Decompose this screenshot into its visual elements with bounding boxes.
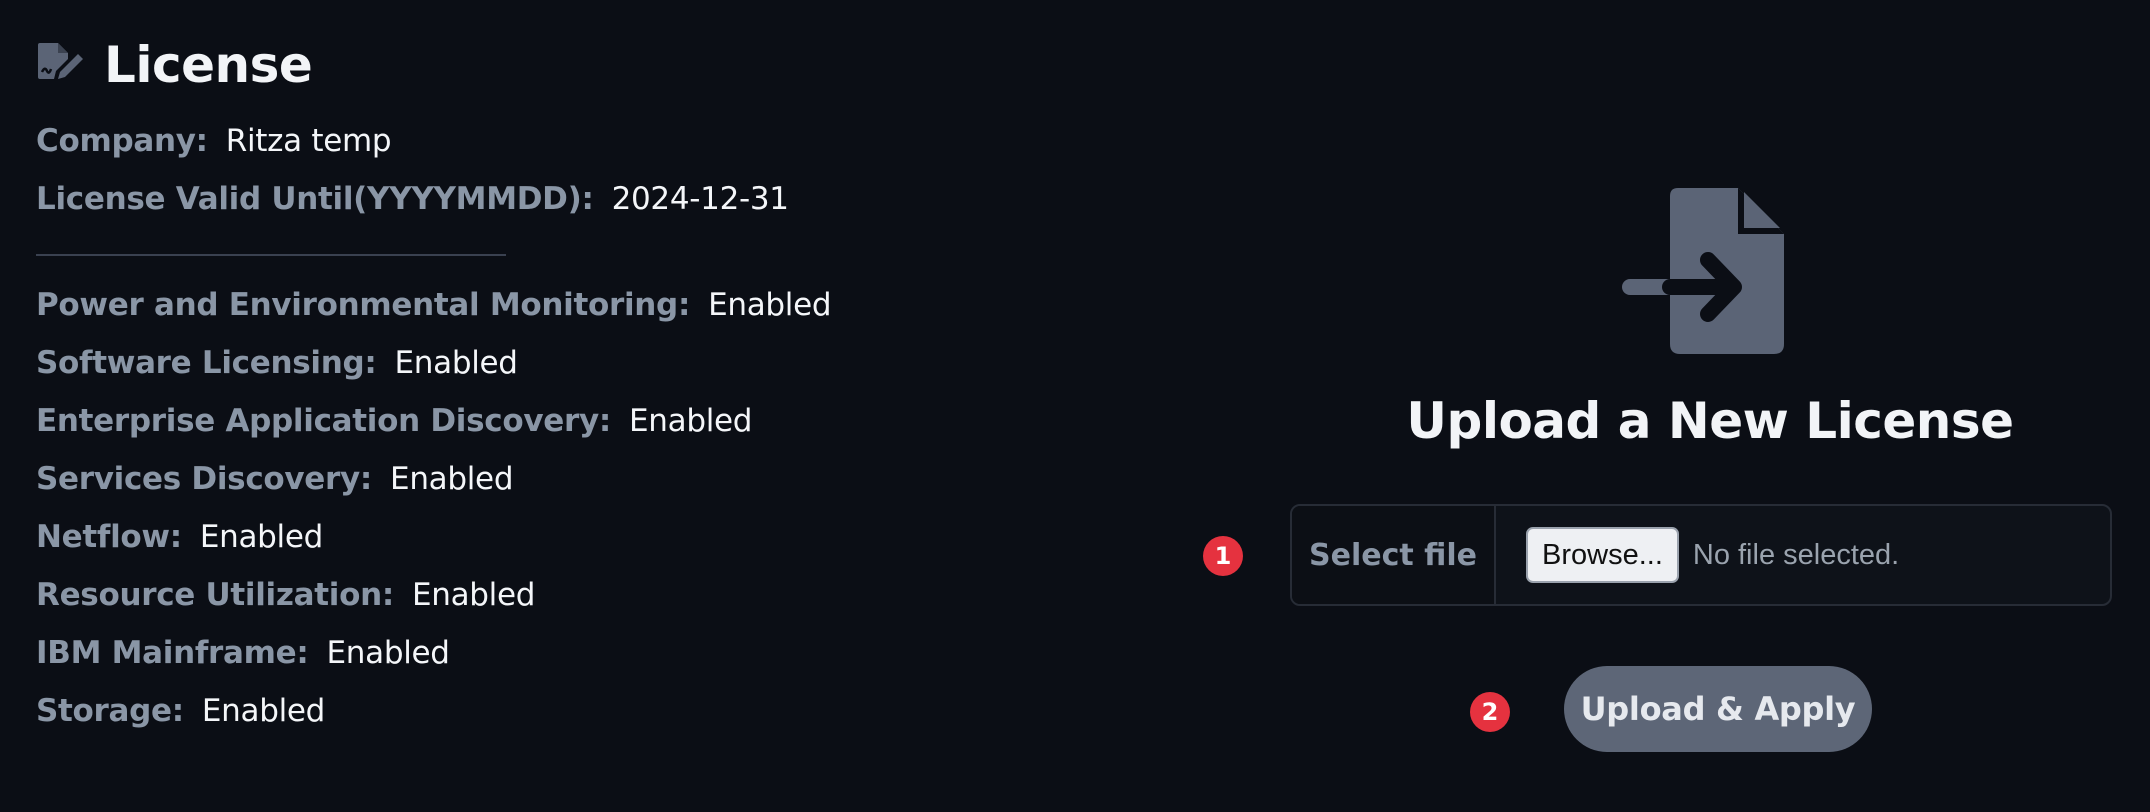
valid-until-row: License Valid Until(YYYYMMDD): 2024-12-3… [36, 170, 936, 228]
select-file-label: Select file [1292, 506, 1496, 604]
feature-label: Software Licensing: [36, 345, 377, 381]
feature-row: Enterprise Application Discovery: Enable… [36, 392, 936, 450]
feature-status: Enabled [708, 287, 832, 323]
feature-row: Power and Environmental Monitoring: Enab… [36, 276, 936, 334]
file-input-group: Select file Browse... No file selected. [1290, 504, 2112, 606]
feature-status: Enabled [628, 403, 753, 439]
upload-apply-button[interactable]: Upload & Apply [1564, 666, 1872, 752]
feature-row: Software Licensing: Enabled [36, 334, 936, 392]
file-status-text: No file selected. [1692, 538, 1900, 571]
feature-label: Services Discovery: [36, 461, 373, 497]
license-info-panel: License Company: Ritza temp License Vali… [36, 30, 936, 740]
feature-label: Netflow: [36, 519, 182, 555]
company-row: Company: Ritza temp [36, 112, 936, 170]
feature-label: Enterprise Application Discovery: [36, 403, 611, 439]
section-divider [36, 254, 506, 256]
feature-row: Netflow: Enabled [36, 508, 936, 566]
feature-label: Power and Environmental Monitoring: [36, 287, 691, 323]
step-badge-2: 2 [1470, 692, 1510, 732]
feature-row: Services Discovery: Enabled [36, 450, 936, 508]
license-header: License [36, 30, 936, 100]
feature-row: Resource Utilization: Enabled [36, 566, 936, 624]
feature-status: Enabled [390, 461, 514, 497]
feature-label: IBM Mainframe: [36, 635, 309, 671]
upload-title: Upload a New License [1406, 392, 2014, 450]
valid-until-label: License Valid Until(YYYYMMDD): [36, 181, 594, 217]
feature-status: Enabled [411, 577, 536, 613]
feature-status: Enabled [394, 345, 518, 381]
valid-until-value: 2024-12-31 [611, 181, 789, 217]
feature-status: Enabled [199, 519, 324, 555]
feature-row: IBM Mainframe: Enabled [36, 624, 936, 682]
file-input[interactable]: Browse... No file selected. [1496, 506, 2110, 604]
license-page: License Company: Ritza temp License Vali… [0, 0, 2150, 812]
company-label: Company: [36, 123, 208, 159]
feature-status: Enabled [326, 635, 450, 671]
browse-button[interactable]: Browse... [1526, 527, 1679, 583]
file-signature-icon [36, 42, 86, 88]
feature-status: Enabled [201, 693, 326, 729]
feature-row: Storage: Enabled [36, 682, 936, 740]
feature-label: Storage: [36, 693, 184, 729]
feature-list: Power and Environmental Monitoring: Enab… [36, 276, 936, 740]
page-title: License [104, 36, 313, 94]
step-badge-1: 1 [1203, 536, 1243, 576]
feature-label: Resource Utilization: [36, 577, 394, 613]
license-summary: Company: Ritza temp License Valid Until(… [36, 112, 936, 228]
file-import-icon [1620, 188, 1784, 354]
company-value: Ritza temp [225, 123, 392, 159]
